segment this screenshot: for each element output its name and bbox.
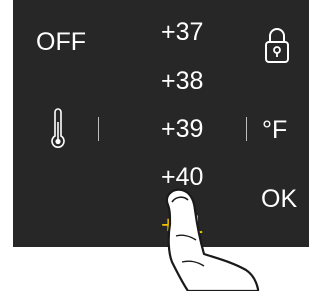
temperature-value[interactable]: +37: [161, 17, 221, 47]
separator-left: [98, 117, 99, 141]
lock-icon[interactable]: [261, 24, 293, 66]
unit-toggle[interactable]: °F: [262, 115, 287, 145]
temperature-value-selected[interactable]: +41: [161, 210, 221, 240]
temperature-value[interactable]: +38: [161, 66, 221, 96]
thermometer-icon: [50, 108, 66, 150]
control-panel: OFF +37 +38 +39 +40 +41 °F OK: [13, 0, 309, 247]
ok-button[interactable]: OK: [261, 184, 297, 214]
temperature-value[interactable]: +40: [161, 162, 221, 192]
temperature-value[interactable]: +39: [161, 114, 221, 144]
off-button[interactable]: OFF: [36, 27, 86, 57]
separator-right: [246, 117, 247, 141]
